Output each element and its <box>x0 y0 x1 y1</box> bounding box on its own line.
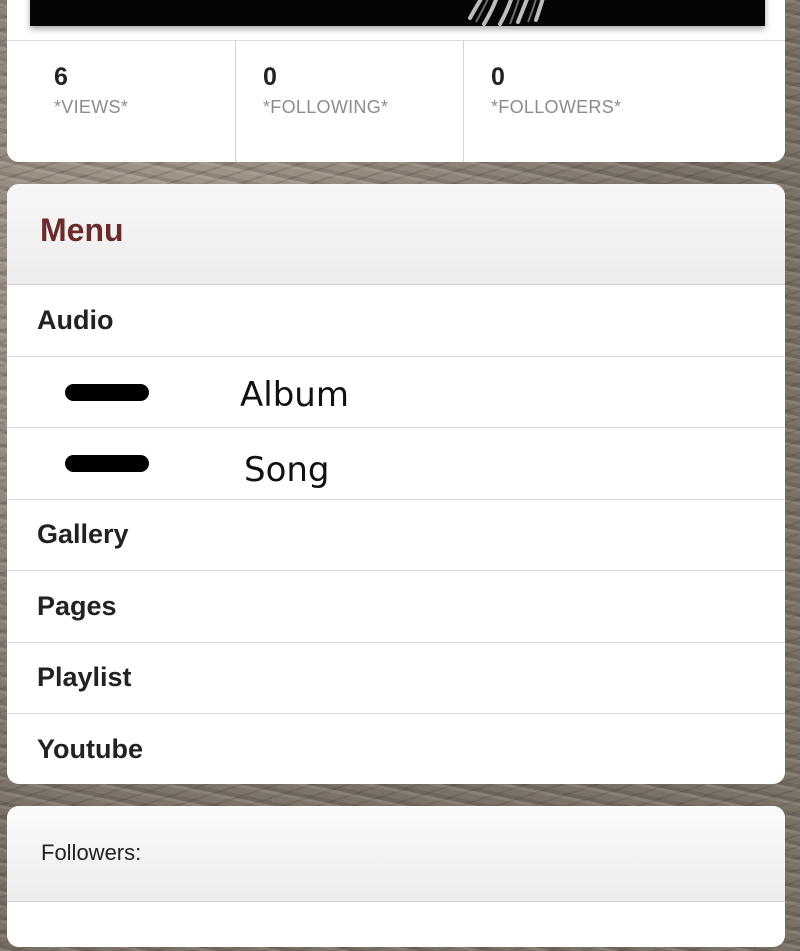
followers-header: Followers: <box>7 806 785 902</box>
dash-icon <box>65 455 149 472</box>
stat-following[interactable]: 0 *FOLLOWING* <box>235 41 463 162</box>
song-label: Song <box>244 450 330 490</box>
menu-item-gallery[interactable]: Gallery <box>7 500 785 571</box>
banner-artwork <box>468 0 545 26</box>
profile-banner-image <box>30 0 765 26</box>
views-label: *VIEWS* <box>54 97 129 117</box>
menu-item-youtube[interactable]: Youtube <box>7 714 785 784</box>
followers-label: *FOLLOWERS* <box>491 97 622 117</box>
stat-followers[interactable]: 0 *FOLLOWERS* <box>463 41 691 162</box>
menu-subitem-album[interactable]: Album <box>7 357 785 428</box>
menu-header: Menu <box>7 184 785 285</box>
menu-item-audio[interactable]: Audio <box>7 285 785 357</box>
following-label: *FOLLOWING* <box>263 97 389 117</box>
menu-subitem-song[interactable]: Song <box>7 428 785 500</box>
following-count: 0 <box>263 63 277 91</box>
menu-item-pages[interactable]: Pages <box>7 571 785 643</box>
views-count: 6 <box>54 63 68 91</box>
dash-icon <box>65 383 149 401</box>
menu-item-playlist[interactable]: Playlist <box>7 643 785 714</box>
followers-card: Followers: <box>7 806 785 947</box>
album-label: Album <box>240 374 349 415</box>
stats-row: 6 *VIEWS* 0 *FOLLOWING* 0 *FOLLOWERS* <box>7 40 785 162</box>
menu-card: Menu Audio Album Song Gallery Pages Play… <box>7 184 785 784</box>
stat-views[interactable]: 6 *VIEWS* <box>7 41 235 162</box>
profile-card: 6 *VIEWS* 0 *FOLLOWING* 0 *FOLLOWERS* <box>7 0 785 162</box>
followers-title: Followers: <box>41 840 142 865</box>
followers-count: 0 <box>491 63 505 91</box>
menu-title: Menu <box>40 212 124 248</box>
